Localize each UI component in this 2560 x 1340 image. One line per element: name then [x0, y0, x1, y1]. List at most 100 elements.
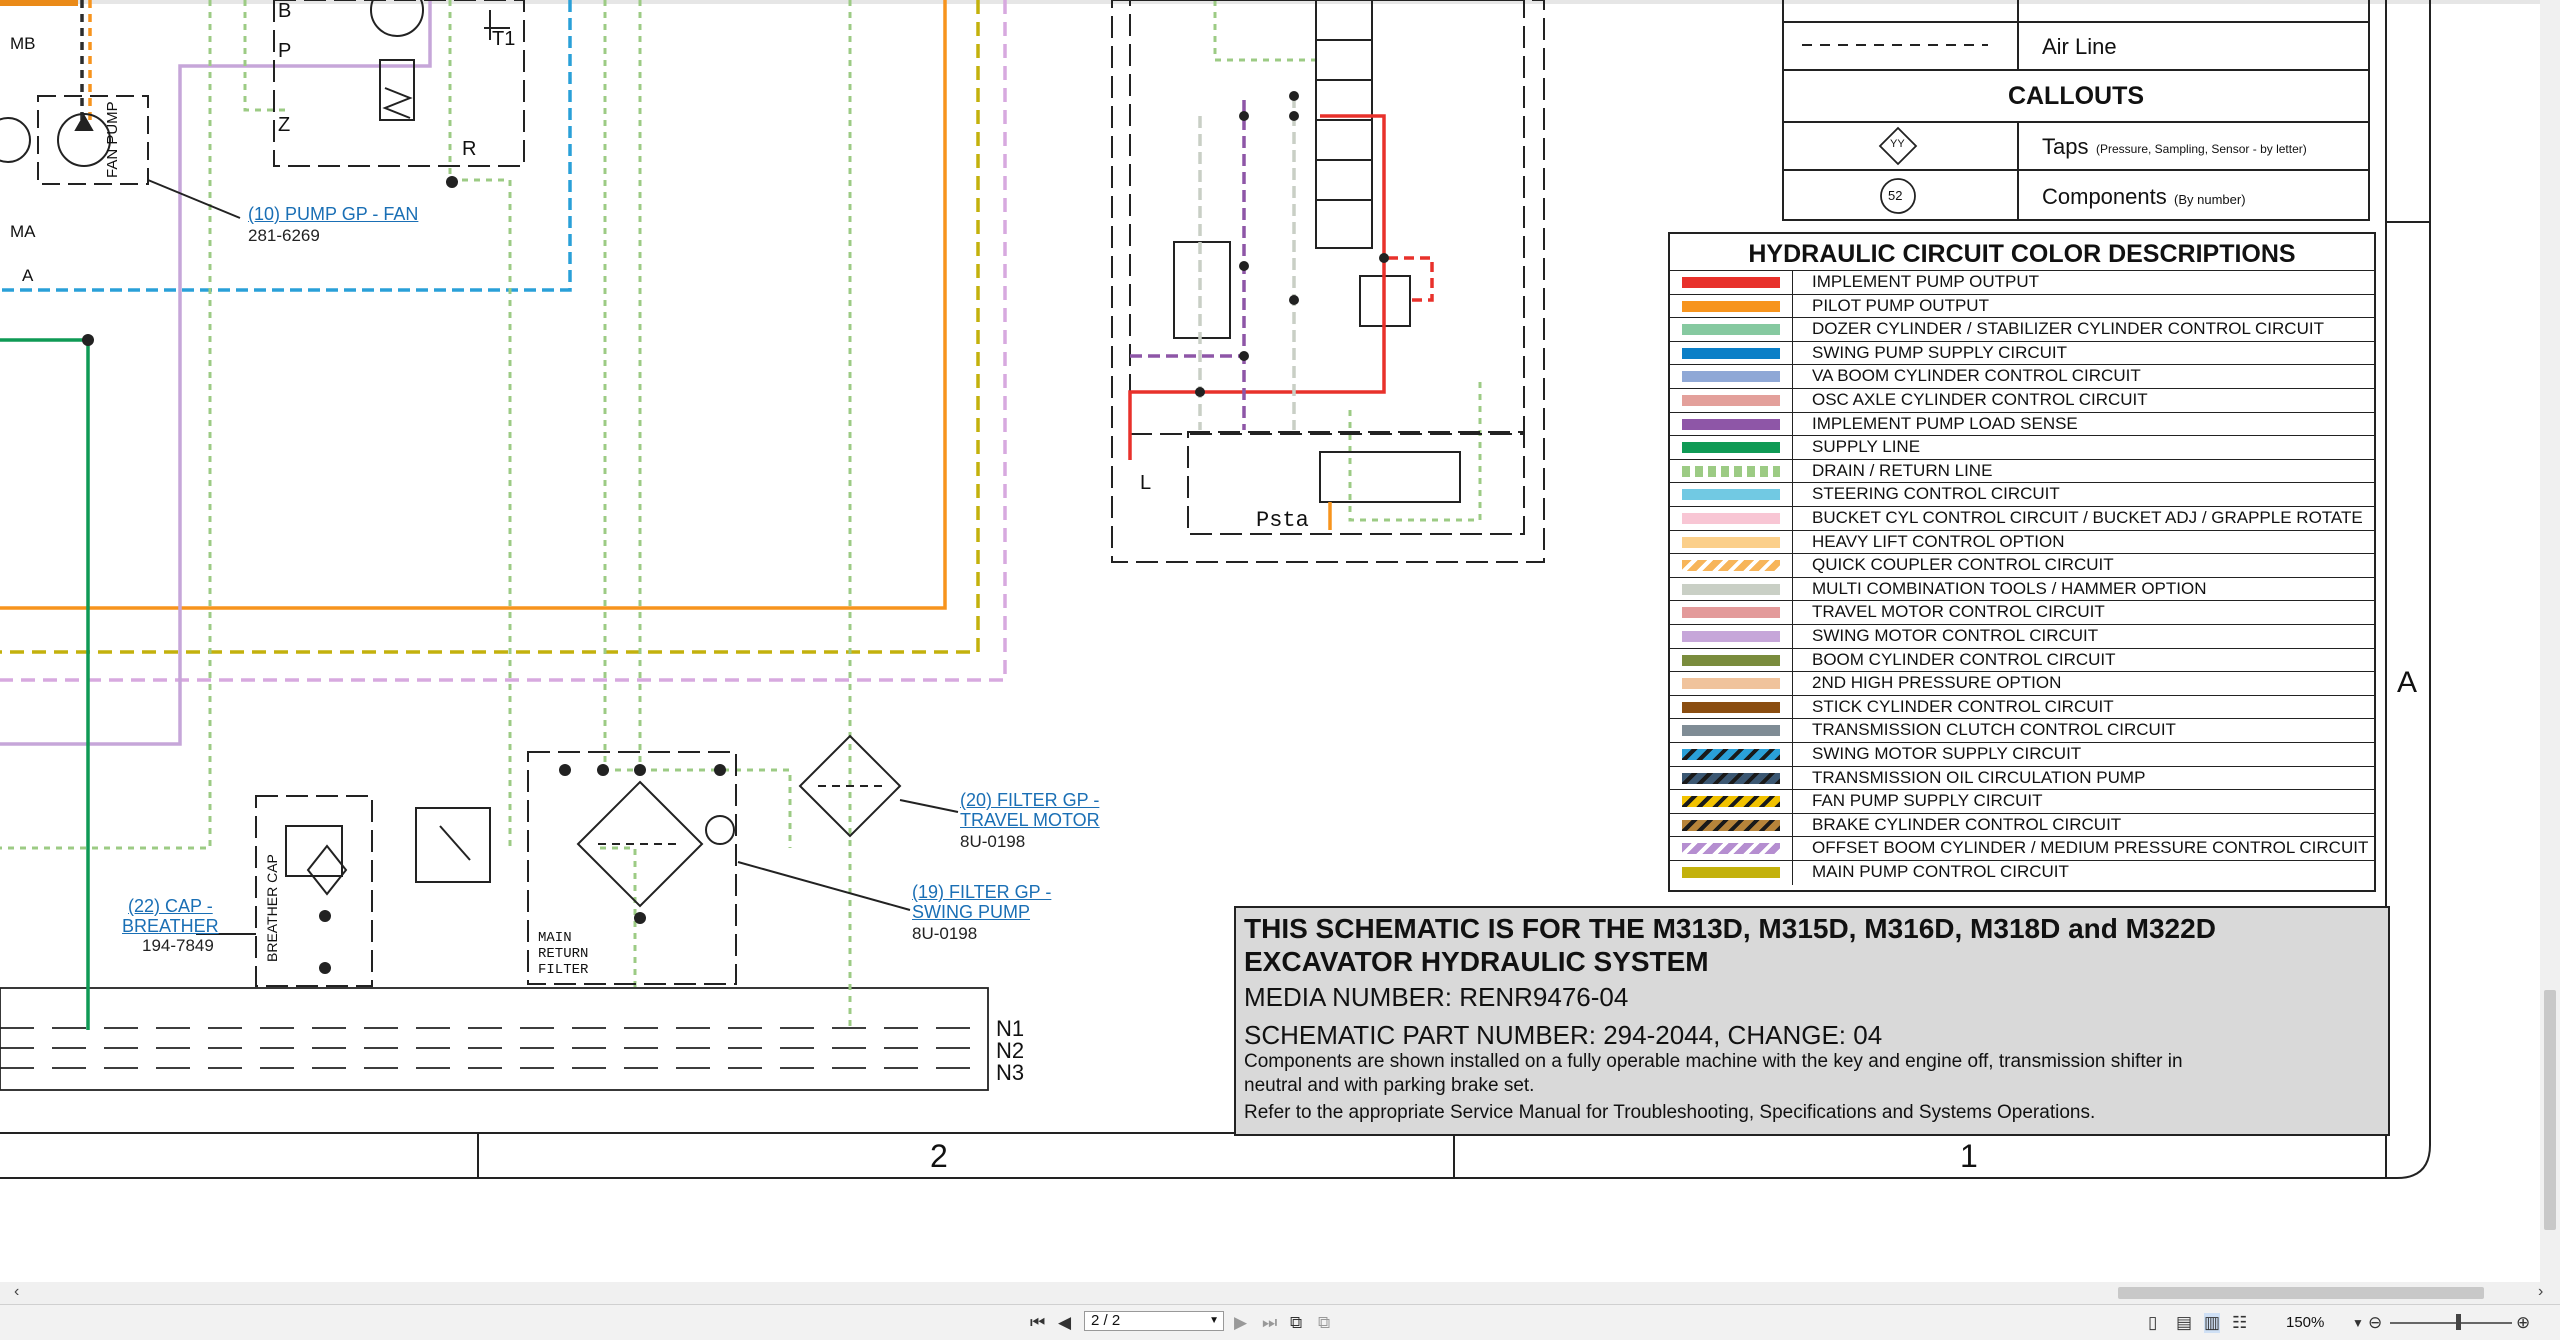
color-row-divider — [1792, 577, 1793, 602]
color-row: HEAVY LIFT CONTROL OPTION — [1670, 529, 2374, 555]
color-row: STEERING CONTROL CIRCUIT — [1670, 482, 2374, 507]
color-row: BOOM CYLINDER CONTROL CIRCUIT — [1670, 647, 2374, 673]
callout-part-filter-swing: 8U-0198 — [912, 924, 978, 943]
color-row-label: TRAVEL MOTOR CONTROL CIRCUIT — [1812, 602, 2105, 622]
color-row: TRANSMISSION CLUTCH CONTROL CIRCUIT — [1670, 718, 2374, 743]
color-swatch — [1682, 300, 1780, 312]
facing-view-icon[interactable]: ☷ — [2232, 1313, 2247, 1333]
media-number: MEDIA NUMBER: RENR9476-04 — [1244, 982, 1629, 1012]
color-row-divider — [1792, 436, 1793, 460]
color-row-label: IMPLEMENT PUMP LOAD SENSE — [1812, 413, 2078, 433]
scroll-right-icon[interactable]: › — [2538, 1283, 2543, 1301]
color-row-label: OSC AXLE CYLINDER CONTROL CIRCUIT — [1812, 390, 2148, 409]
zoom-dropdown-icon[interactable]: ▼ — [2352, 1316, 2364, 1330]
color-row-label: VA BOOM CYLINDER CONTROL CIRCUIT — [1812, 366, 2141, 386]
copy-icon[interactable]: ⧉ — [1290, 1313, 1302, 1333]
color-row: SWING MOTOR SUPPLY CIRCUIT — [1670, 742, 2374, 767]
color-swatch — [1682, 819, 1780, 831]
zoom-slider-handle[interactable] — [2456, 1314, 2461, 1330]
last-page-icon[interactable]: ⏭ — [1262, 1313, 1277, 1333]
callout-link-pump-fan[interactable]: (10) PUMP GP - FAN — [248, 204, 418, 225]
scroll-left-icon[interactable]: ‹ — [14, 1283, 19, 1301]
color-swatch — [1682, 725, 1780, 737]
port-label-mb: MB — [10, 34, 36, 53]
color-row-label: IMPLEMENT PUMP OUTPUT — [1812, 272, 2040, 291]
color-row-divider — [1792, 294, 1793, 319]
horizontal-scrollbar[interactable]: ‹ › — [0, 1282, 2560, 1304]
color-swatch — [1682, 796, 1780, 808]
callout-link-filter-travel-2[interactable]: TRAVEL MOTOR — [960, 810, 1100, 831]
port-label-ma: MA — [10, 222, 36, 241]
color-row-label: FAN PUMP SUPPLY CIRCUIT — [1812, 791, 2043, 811]
first-page-icon[interactable]: ⏮ — [1030, 1313, 1045, 1333]
callout-link-cap-breather-1[interactable]: (22) CAP - — [128, 896, 213, 917]
color-row: TRAVEL MOTOR CONTROL CIRCUIT — [1670, 600, 2374, 625]
color-swatch — [1682, 843, 1780, 855]
color-swatch — [1682, 607, 1780, 619]
color-swatch — [1682, 277, 1780, 288]
color-swatch — [1682, 442, 1780, 454]
zoom-out-icon[interactable]: ⊖ — [2368, 1313, 2382, 1333]
color-row-divider — [1792, 530, 1793, 555]
color-row-label: BRAKE CYLINDER CONTROL CIRCUIT — [1812, 814, 2122, 834]
color-row-divider — [1792, 672, 1793, 696]
zoom-level[interactable]: 150% — [2286, 1314, 2324, 1331]
color-swatch — [1682, 347, 1780, 359]
port-label-z: Z — [278, 114, 291, 136]
color-row-divider — [1792, 648, 1793, 673]
color-row-label: DRAIN / RETURN LINE — [1812, 460, 1993, 480]
color-row-divider — [1792, 837, 1793, 861]
color-swatch — [1682, 583, 1780, 595]
color-row: MULTI COMBINATION TOOLS / HAMMER OPTION — [1670, 576, 2374, 602]
paste-icon[interactable]: ⧉ — [1318, 1313, 1330, 1333]
color-row: FAN PUMP SUPPLY CIRCUIT — [1670, 789, 2374, 814]
prev-page-icon[interactable]: ◀ — [1058, 1313, 1071, 1333]
zoom-in-icon[interactable]: ⊕ — [2516, 1313, 2530, 1333]
page-dropdown-icon[interactable]: ▼ — [1209, 1312, 1219, 1330]
vertical-scroll-thumb[interactable] — [2544, 990, 2556, 1230]
breather-cap-label: BREATHER CAP — [264, 854, 280, 962]
title-block: THIS SCHEMATIC IS FOR THE M313D, M315D, … — [1234, 906, 2390, 1136]
color-row-divider — [1792, 507, 1793, 531]
color-row: DRAIN / RETURN LINE — [1670, 458, 2374, 484]
horizontal-scroll-thumb[interactable] — [2118, 1287, 2484, 1299]
document-canvas[interactable]: MB B P T1 Z R MA A FAN PUMP L Psta BREAT… — [0, 0, 2540, 1282]
color-row-divider — [1792, 743, 1793, 767]
color-row-label: BOOM CYLINDER CONTROL CIRCUIT — [1812, 649, 2116, 669]
color-row-label: HEAVY LIFT CONTROL OPTION — [1812, 531, 2065, 551]
color-swatch — [1682, 489, 1780, 501]
continuous-view-icon[interactable]: ▤ — [2176, 1313, 2192, 1333]
port-label-t1: T1 — [492, 28, 516, 50]
components-symbol: 52 — [1888, 188, 1903, 203]
color-row-label: SWING MOTOR SUPPLY CIRCUIT — [1812, 744, 2082, 763]
color-row-label: MULTI COMBINATION TOOLS / HAMMER OPTION — [1812, 578, 2207, 598]
callout-link-filter-swing-2[interactable]: SWING PUMP — [912, 902, 1030, 923]
color-row-label: SWING MOTOR CONTROL CIRCUIT — [1812, 626, 2099, 645]
color-row-divider — [1792, 766, 1793, 791]
callout-link-cap-breather-2[interactable]: BREATHER — [122, 916, 219, 937]
color-row-label: BUCKET CYL CONTROL CIRCUIT / BUCKET ADJ … — [1812, 508, 2363, 527]
color-row: SUPPLY LINE — [1670, 435, 2374, 460]
callouts-header: CALLOUTS — [2007, 82, 2145, 110]
schematic-part-number: SCHEMATIC PART NUMBER: 294-2044, CHANGE:… — [1244, 1020, 1883, 1050]
zoom-slider[interactable] — [2390, 1322, 2512, 1324]
callout-link-filter-travel-1[interactable]: (20) FILTER GP - — [960, 790, 1099, 811]
color-swatch — [1682, 371, 1780, 383]
callout-link-filter-swing-1[interactable]: (19) FILTER GP - — [912, 882, 1051, 903]
color-row-divider — [1792, 790, 1793, 814]
color-row-divider — [1792, 719, 1793, 743]
color-row: QUICK COUPLER CONTROL CIRCUIT — [1670, 553, 2374, 578]
color-row: BUCKET CYL CONTROL CIRCUIT / BUCKET ADJ … — [1670, 506, 2374, 531]
color-row-label: SUPPLY LINE — [1812, 437, 1921, 457]
page-indicator: 2 / 2 — [1091, 1312, 1121, 1329]
service-manual-reference: Refer to the appropriate Service Manual … — [1244, 1102, 2096, 1123]
vertical-scrollbar[interactable] — [2540, 0, 2560, 1282]
next-page-icon[interactable]: ▶ — [1234, 1313, 1247, 1333]
color-row-divider — [1792, 412, 1793, 437]
page-number-input[interactable]: 2 / 2 ▼ — [1084, 1311, 1224, 1331]
color-row: SWING PUMP SUPPLY CIRCUIT — [1670, 340, 2374, 366]
color-row: OSC AXLE CYLINDER CONTROL CIRCUIT — [1670, 388, 2374, 413]
color-row: MAIN PUMP CONTROL CIRCUIT — [1670, 860, 2374, 885]
two-page-view-icon[interactable]: ▥ — [2204, 1313, 2221, 1333]
single-page-view-icon[interactable]: ▯ — [2148, 1313, 2157, 1333]
